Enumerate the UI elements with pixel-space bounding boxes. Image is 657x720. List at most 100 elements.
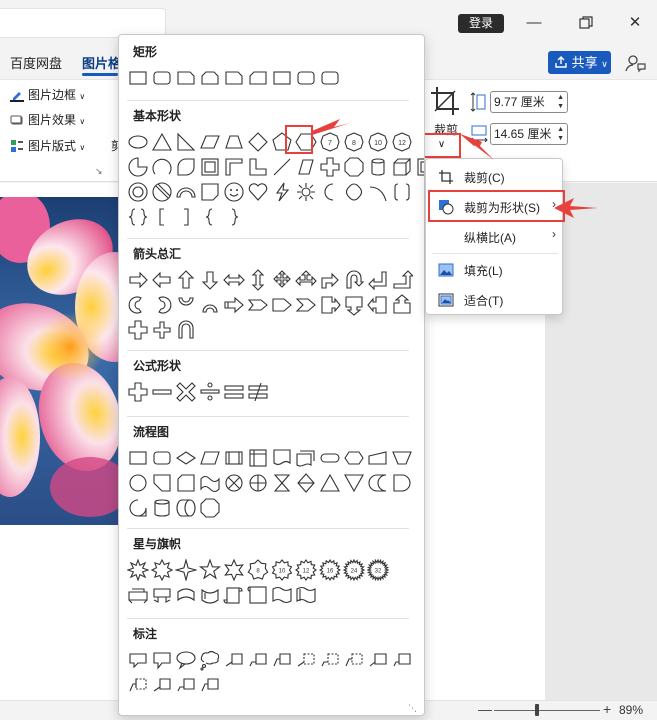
shape-button[interactable]: 24 bbox=[343, 559, 365, 581]
shape-button[interactable] bbox=[271, 67, 293, 89]
shape-button[interactable] bbox=[319, 294, 341, 316]
shape-button[interactable] bbox=[271, 649, 293, 671]
group-dialog-launcher-icon[interactable]: ↘ bbox=[95, 166, 103, 177]
height-input[interactable]: 9.77 厘米 ▲ ▼ bbox=[490, 91, 568, 113]
shape-button[interactable]: 32 bbox=[367, 559, 389, 581]
shape-button[interactable] bbox=[223, 649, 245, 671]
shape-button[interactable] bbox=[127, 181, 149, 203]
minimize-icon[interactable]: — bbox=[521, 10, 547, 36]
shape-button[interactable] bbox=[319, 649, 341, 671]
shape-button[interactable] bbox=[271, 269, 293, 291]
shape-button[interactable] bbox=[175, 294, 197, 316]
shape-button[interactable] bbox=[247, 269, 269, 291]
shape-button[interactable] bbox=[151, 447, 173, 469]
shape-button[interactable] bbox=[151, 131, 173, 153]
flower-photo[interactable] bbox=[0, 197, 130, 525]
shape-button[interactable] bbox=[391, 294, 413, 316]
shape-button[interactable] bbox=[223, 294, 245, 316]
shape-button[interactable] bbox=[271, 472, 293, 494]
zoom-percent[interactable]: 89% bbox=[619, 703, 643, 717]
shape-button[interactable] bbox=[175, 447, 197, 469]
shape-button[interactable]: 12 bbox=[391, 131, 413, 153]
shape-button[interactable] bbox=[295, 181, 317, 203]
shape-button[interactable] bbox=[151, 156, 173, 178]
shape-button[interactable] bbox=[247, 294, 269, 316]
shape-button[interactable] bbox=[295, 67, 317, 89]
shape-button[interactable] bbox=[247, 472, 269, 494]
login-button[interactable]: 登录 bbox=[458, 14, 504, 33]
shape-button[interactable] bbox=[199, 181, 221, 203]
shape-button[interactable] bbox=[151, 674, 173, 696]
shape-button[interactable] bbox=[319, 447, 341, 469]
shape-button[interactable] bbox=[127, 294, 149, 316]
shape-button[interactable] bbox=[319, 156, 341, 178]
shape-button[interactable] bbox=[127, 497, 149, 519]
shape-button[interactable] bbox=[199, 447, 221, 469]
shape-button[interactable] bbox=[127, 131, 149, 153]
close-icon[interactable]: ✕ bbox=[622, 10, 648, 36]
shape-button[interactable] bbox=[175, 584, 197, 606]
shape-button[interactable] bbox=[319, 181, 341, 203]
shape-button[interactable] bbox=[127, 447, 149, 469]
shape-button[interactable] bbox=[223, 156, 245, 178]
shape-button[interactable] bbox=[295, 584, 317, 606]
shape-button[interactable] bbox=[343, 447, 365, 469]
shape-button[interactable] bbox=[247, 381, 269, 403]
shape-button[interactable] bbox=[247, 67, 269, 89]
shape-button[interactable] bbox=[223, 584, 245, 606]
shape-button[interactable] bbox=[247, 131, 269, 153]
picture-border-button[interactable]: 图片边框 ∨ bbox=[10, 85, 85, 105]
shape-button[interactable] bbox=[175, 67, 197, 89]
shape-button[interactable] bbox=[391, 181, 413, 203]
shape-button[interactable] bbox=[343, 269, 365, 291]
shape-button[interactable] bbox=[367, 447, 389, 469]
shape-button[interactable] bbox=[175, 497, 197, 519]
shape-button[interactable] bbox=[151, 497, 173, 519]
shape-button[interactable] bbox=[175, 472, 197, 494]
shape-button[interactable] bbox=[391, 269, 413, 291]
zoom-in-button[interactable]: + bbox=[603, 701, 611, 717]
shape-button[interactable] bbox=[223, 559, 245, 581]
shape-button[interactable] bbox=[223, 472, 245, 494]
shape-button[interactable] bbox=[151, 67, 173, 89]
shape-button[interactable] bbox=[223, 131, 245, 153]
shape-button[interactable] bbox=[199, 131, 221, 153]
shape-button[interactable] bbox=[127, 206, 149, 228]
shape-button[interactable] bbox=[199, 497, 221, 519]
shape-button[interactable] bbox=[319, 269, 341, 291]
menu-item-fill[interactable]: 填充(L) bbox=[426, 255, 564, 283]
shape-button[interactable] bbox=[271, 294, 293, 316]
shape-button[interactable] bbox=[247, 181, 269, 203]
shape-button[interactable] bbox=[391, 649, 413, 671]
shape-button[interactable] bbox=[127, 674, 149, 696]
shape-button[interactable] bbox=[199, 559, 221, 581]
shape-button[interactable] bbox=[151, 559, 173, 581]
shape-button[interactable] bbox=[343, 181, 365, 203]
shape-button[interactable] bbox=[295, 269, 317, 291]
tab-picture-format[interactable]: 图片格 bbox=[82, 53, 121, 72]
shape-button[interactable] bbox=[343, 472, 365, 494]
shape-button[interactable] bbox=[343, 156, 365, 178]
shape-button[interactable] bbox=[127, 381, 149, 403]
shape-button[interactable] bbox=[175, 206, 197, 228]
shape-button[interactable] bbox=[367, 181, 389, 203]
shape-button[interactable] bbox=[223, 181, 245, 203]
shape-button[interactable] bbox=[199, 649, 221, 671]
shape-button[interactable] bbox=[151, 319, 173, 341]
shape-button[interactable] bbox=[127, 649, 149, 671]
shape-button[interactable] bbox=[199, 381, 221, 403]
shape-button[interactable] bbox=[175, 156, 197, 178]
shape-button[interactable] bbox=[295, 447, 317, 469]
shape-button[interactable] bbox=[343, 294, 365, 316]
shape-button[interactable] bbox=[247, 649, 269, 671]
shape-button[interactable] bbox=[127, 156, 149, 178]
shape-button[interactable] bbox=[151, 472, 173, 494]
shape-button[interactable] bbox=[367, 294, 389, 316]
shape-button[interactable] bbox=[199, 67, 221, 89]
shape-button[interactable] bbox=[295, 156, 317, 178]
shape-button[interactable] bbox=[199, 584, 221, 606]
resize-grip-icon[interactable]: ⋱ bbox=[408, 703, 417, 714]
shape-button[interactable] bbox=[127, 319, 149, 341]
shape-button[interactable] bbox=[271, 584, 293, 606]
menu-item-fit[interactable]: 适合(T) bbox=[426, 285, 564, 313]
